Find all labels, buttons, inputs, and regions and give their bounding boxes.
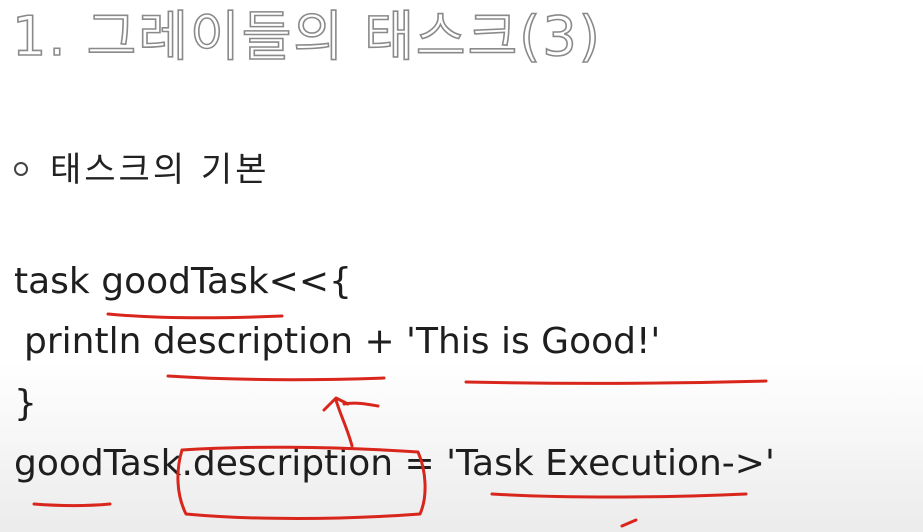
- bullet-circle-icon: [14, 161, 28, 176]
- lecture-slide: 1. 그레이들의 태스크(3) 태스크의 기본 task goodTask<<{…: [0, 0, 923, 532]
- underline-goodtask: [106, 312, 284, 320]
- code-line-description-assign: goodTask.description = 'Task Execution->…: [14, 443, 775, 484]
- code-line-task-def: task goodTask<<{: [14, 261, 352, 302]
- code-line-close-brace: }: [14, 383, 37, 424]
- slide-title: 1. 그레이들의 태스크(3): [11, 5, 602, 68]
- code-line-println: println description + 'This is Good!': [24, 321, 661, 362]
- bullet-item: 태스크의 기본: [14, 142, 270, 191]
- bullet-text: 태스크의 기본: [50, 150, 270, 190]
